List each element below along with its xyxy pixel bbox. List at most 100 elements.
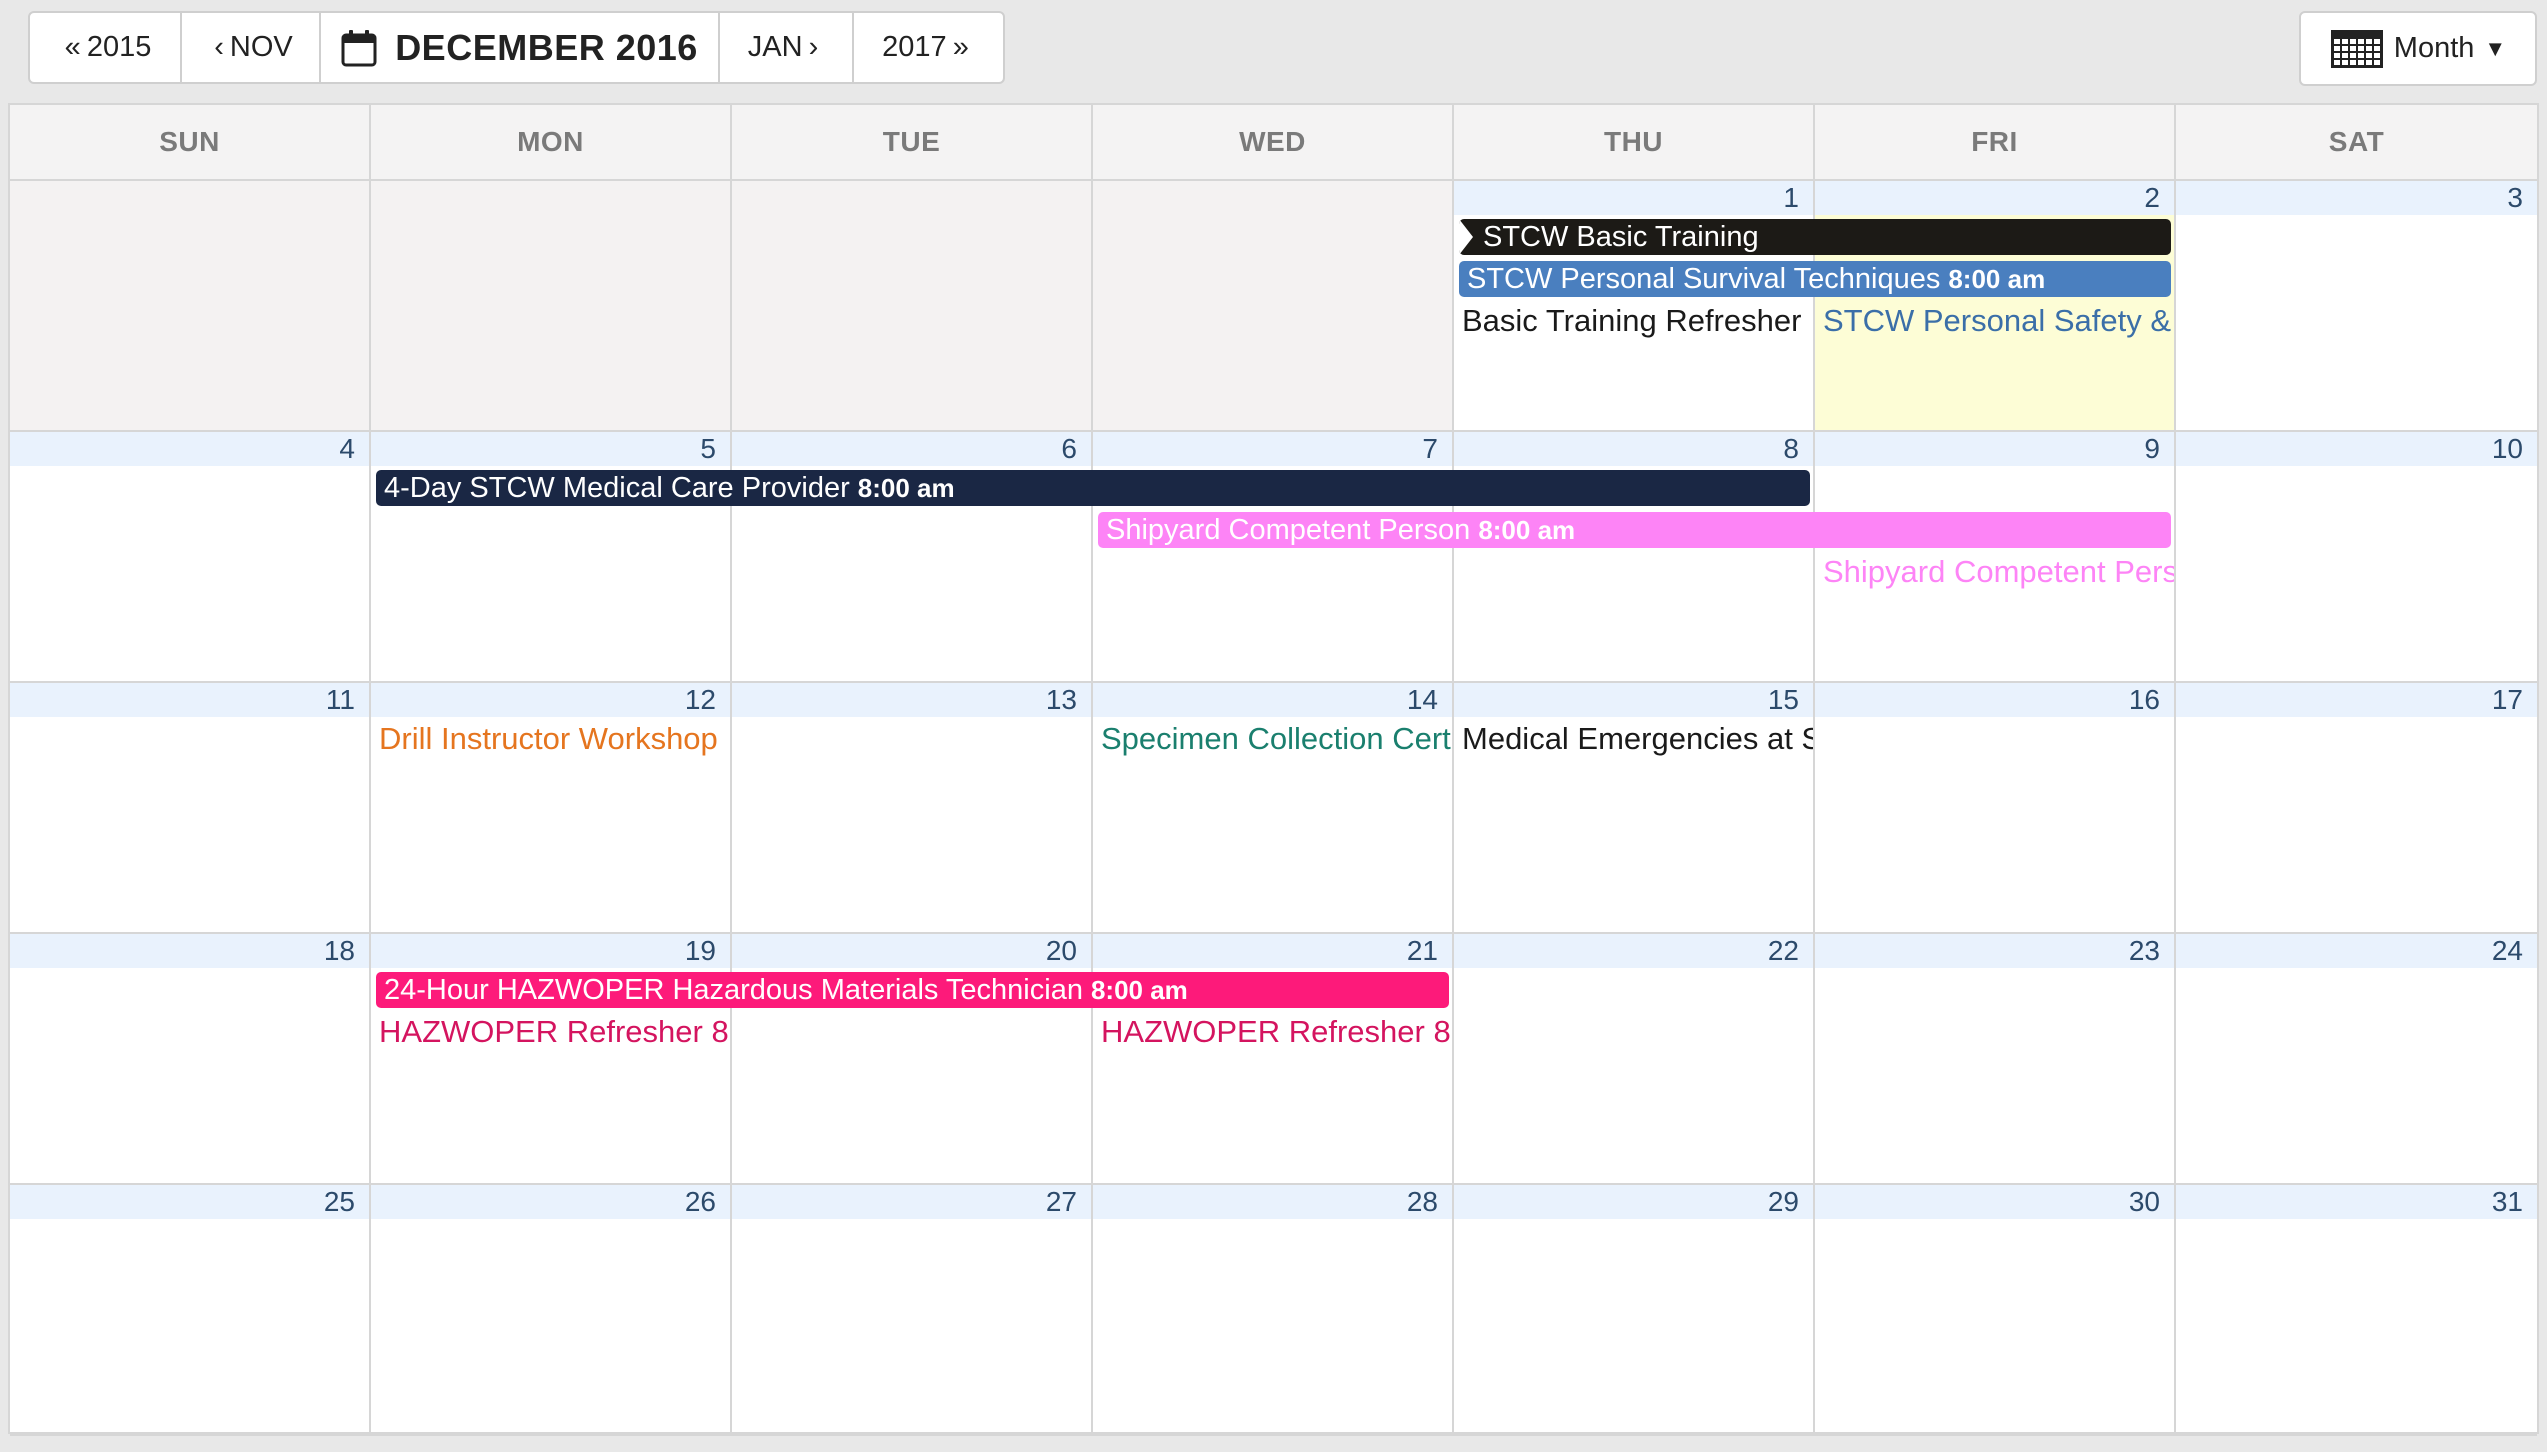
- current-month-label: DECEMBER 2016: [395, 26, 698, 68]
- chevron-right-icon: ›: [808, 31, 819, 63]
- event-drill-instructor-workshop[interactable]: Drill Instructor Workshop: [373, 719, 730, 759]
- day-number: 7: [1093, 432, 1452, 466]
- day-number: 4: [10, 432, 369, 466]
- event-stcw-personal-safety[interactable]: STCW Personal Safety &: [1817, 301, 2174, 341]
- day-number: 6: [732, 432, 1091, 466]
- event-title: 24-Hour HAZWOPER Hazardous Materials Tec…: [384, 974, 1083, 1006]
- day-cell-outside-month[interactable]: [371, 181, 732, 430]
- weekday-wed: WED: [1093, 105, 1454, 179]
- day-cell[interactable]: 29: [1454, 1185, 1815, 1434]
- day-cell[interactable]: 13: [732, 683, 1093, 932]
- calendar-grid-icon: [2330, 29, 2383, 68]
- event-title: STCW Basic Training: [1483, 221, 1759, 253]
- day-cell[interactable]: 27: [732, 1185, 1093, 1434]
- day-number: 14: [1093, 683, 1452, 717]
- event-time: 8:00 am: [1090, 975, 1188, 1005]
- day-number: 2: [1815, 181, 2174, 215]
- weekday-thu: THU: [1454, 105, 1815, 179]
- day-number: 23: [1815, 934, 2174, 968]
- day-cell[interactable]: 18: [10, 934, 371, 1183]
- day-number: 10: [2176, 432, 2537, 466]
- weekday-tue: TUE: [732, 105, 1093, 179]
- caret-down-icon: ▼: [2484, 35, 2507, 61]
- prev-month-label: NOV: [229, 31, 293, 63]
- event-medical-emergencies[interactable]: Medical Emergencies at Sea: [1456, 719, 1813, 759]
- day-number: 20: [732, 934, 1091, 968]
- weekday-sun: SUN: [10, 105, 371, 179]
- prev-year-label: 2015: [86, 31, 152, 63]
- double-chevron-left-icon: «: [64, 31, 81, 63]
- day-cell[interactable]: 30: [1815, 1185, 2176, 1434]
- day-number: 27: [732, 1185, 1091, 1219]
- weekday-header: SUN MON TUE WED THU FRI SAT: [10, 105, 2537, 181]
- day-number: 24: [2176, 934, 2537, 968]
- prev-year-button[interactable]: « 2015: [30, 13, 182, 82]
- day-number: 1: [1454, 181, 1813, 215]
- day-number: 22: [1454, 934, 1813, 968]
- day-number: 16: [1815, 683, 2174, 717]
- day-cell[interactable]: 10: [2176, 432, 2537, 681]
- day-number: 17: [2176, 683, 2537, 717]
- day-number: [732, 181, 1091, 215]
- day-cell[interactable]: 31: [2176, 1185, 2537, 1434]
- weekday-fri: FRI: [1815, 105, 2176, 179]
- day-number: 19: [371, 934, 730, 968]
- day-cell[interactable]: 28: [1093, 1185, 1454, 1434]
- day-number: 11: [10, 683, 369, 717]
- day-cell[interactable]: 17: [2176, 683, 2537, 932]
- day-cell[interactable]: 22: [1454, 934, 1815, 1183]
- event-time: 8:00 am: [857, 473, 955, 503]
- event-time: 8:00 am: [1478, 515, 1576, 545]
- continues-left-icon: [1459, 219, 1473, 255]
- double-chevron-right-icon: »: [952, 31, 969, 63]
- event-title: STCW Personal Survival Techniques: [1467, 263, 1941, 295]
- view-select-button[interactable]: Month ▼: [2299, 11, 2537, 86]
- event-shipyard-competent-person[interactable]: Shipyard Competent Person 8:00 am: [1098, 512, 2171, 548]
- next-year-button[interactable]: 2017 »: [854, 13, 1003, 82]
- day-number: 12: [371, 683, 730, 717]
- calendar-weeks: 1 2 3 4 5 6 7 8 9 10 11 12 13 14 15 16 17 18 19 20 21 22 23 24 2…: [10, 181, 2537, 1436]
- day-cell[interactable]: 24: [2176, 934, 2537, 1183]
- current-month-button[interactable]: DECEMBER 2016: [321, 13, 720, 82]
- weekday-sat: SAT: [2328, 126, 2385, 157]
- day-cell-outside-month[interactable]: [1093, 181, 1454, 430]
- event-stcw-basic-training[interactable]: STCW Basic Training: [1459, 219, 2171, 255]
- month-calendar: SUN MON TUE WED THU FRI SAT 1 2 3 4 5 6 7 8 9 10 1…: [8, 103, 2539, 1436]
- day-cell[interactable]: 26: [371, 1185, 732, 1434]
- day-number: 30: [1815, 1185, 2174, 1219]
- day-cell[interactable]: 23: [1815, 934, 2176, 1183]
- event-shipyard-competent-person-text[interactable]: Shipyard Competent Person: [1817, 552, 2174, 592]
- event-medical-care-provider[interactable]: 4-Day STCW Medical Care Provider 8:00 am: [376, 470, 1810, 506]
- month-navigation: « 2015 ‹ NOV DECEMBER 2016 JAN › 2017 »: [28, 11, 1005, 84]
- next-month-button[interactable]: JAN ›: [720, 13, 854, 82]
- day-number: 8: [1454, 432, 1813, 466]
- prev-month-button[interactable]: ‹ NOV: [182, 13, 321, 82]
- day-number: [371, 181, 730, 215]
- event-basic-training-refresher[interactable]: Basic Training Refresher: [1456, 301, 1813, 341]
- chevron-left-icon: ‹: [214, 31, 224, 63]
- day-number: 28: [1093, 1185, 1452, 1219]
- event-hazwoper-refresher[interactable]: HAZWOPER Refresher 8-Hour: [373, 1012, 730, 1052]
- event-hazwoper-technician[interactable]: 24-Hour HAZWOPER Hazardous Materials Tec…: [376, 972, 1449, 1008]
- day-cell[interactable]: 16: [1815, 683, 2176, 932]
- day-cell-outside-month[interactable]: [10, 181, 371, 430]
- next-year-label: 2017: [882, 31, 947, 63]
- day-number: 21: [1093, 934, 1452, 968]
- day-cell[interactable]: 4: [10, 432, 371, 681]
- day-cell-outside-month[interactable]: [732, 181, 1093, 430]
- day-number: 31: [2176, 1185, 2537, 1219]
- day-number: 15: [1454, 683, 1813, 717]
- day-number: 13: [732, 683, 1091, 717]
- event-specimen-collection[interactable]: Specimen Collection Certification: [1095, 719, 1452, 759]
- event-stcw-personal-survival[interactable]: STCW Personal Survival Techniques 8:00 am: [1459, 261, 2171, 297]
- day-number: 29: [1454, 1185, 1813, 1219]
- event-hazwoper-refresher[interactable]: HAZWOPER Refresher 8-Hour: [1095, 1012, 1452, 1052]
- day-number: 25: [10, 1185, 369, 1219]
- day-number: 18: [10, 934, 369, 968]
- day-number: 9: [1815, 432, 2174, 466]
- day-cell[interactable]: 25: [10, 1185, 371, 1434]
- day-number: [10, 181, 369, 215]
- day-cell[interactable]: 11: [10, 683, 371, 932]
- day-cell[interactable]: 3: [2176, 181, 2537, 430]
- event-title: 4-Day STCW Medical Care Provider: [384, 472, 850, 504]
